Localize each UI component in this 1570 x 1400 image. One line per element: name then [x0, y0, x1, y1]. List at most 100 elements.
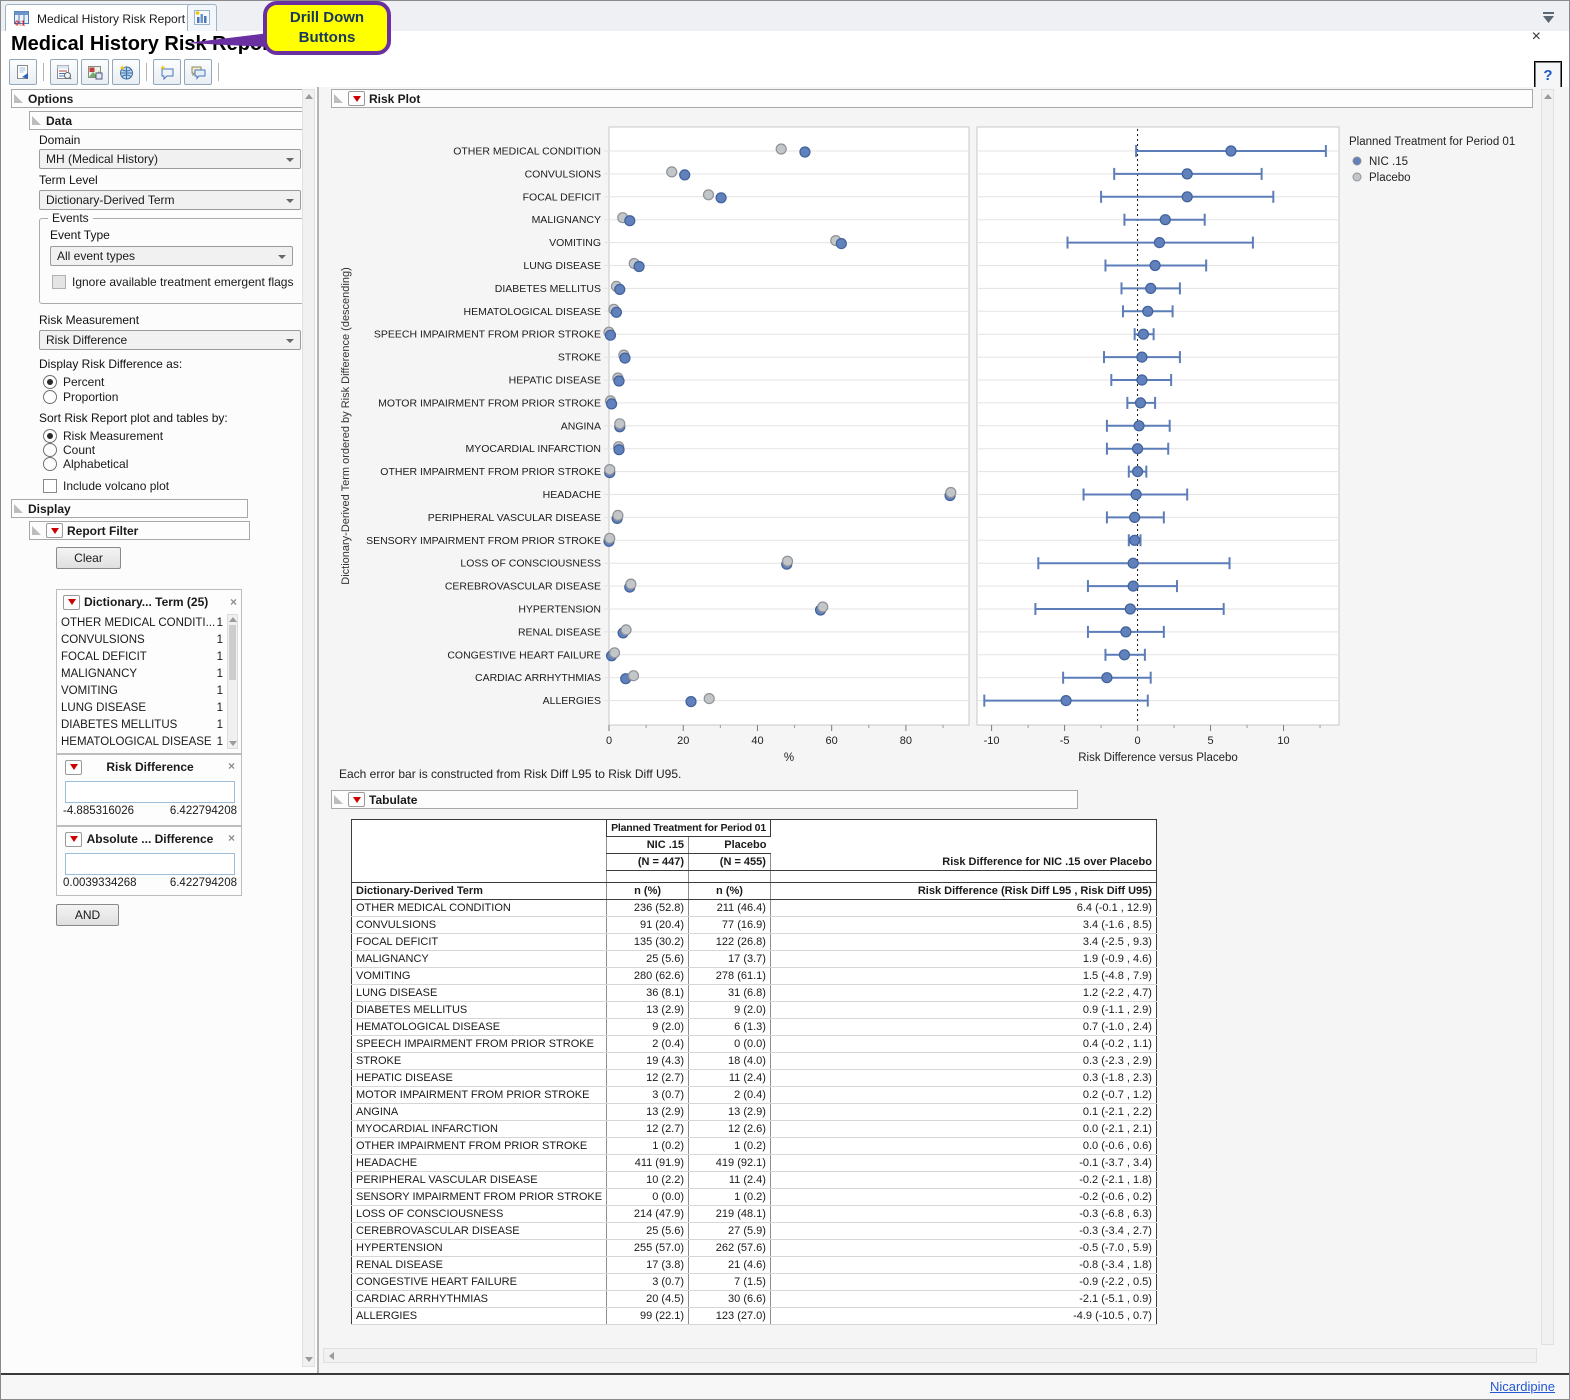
and-button[interactable]: AND: [56, 904, 119, 926]
help-button[interactable]: ?: [1535, 62, 1561, 88]
placebo-dot[interactable]: [621, 625, 631, 635]
risk-diff-dot[interactable]: [1125, 604, 1135, 614]
risk-difference-range-input[interactable]: [65, 781, 235, 803]
filter-list-scrollbar[interactable]: [227, 614, 238, 749]
placebo-dot[interactable]: [818, 602, 828, 612]
risk-diff-dot[interactable]: [1121, 627, 1131, 637]
filter-list-item[interactable]: DIABETES MELLITUS1: [61, 716, 225, 733]
table-row[interactable]: STROKE19 (4.3)18 (4.0)0.3 (-2.3 , 2.9): [352, 1053, 1157, 1070]
main-vertical-scrollbar[interactable]: [1541, 89, 1554, 1345]
table-row[interactable]: ANGINA13 (2.9)13 (2.9)0.1 (-2.1 , 2.2): [352, 1104, 1157, 1121]
table-row[interactable]: HEPATIC DISEASE12 (2.7)11 (2.4)0.3 (-1.8…: [352, 1070, 1157, 1087]
table-row[interactable]: LOSS OF CONSCIOUSNESS214 (47.9)219 (48.1…: [352, 1206, 1157, 1223]
nic-dot[interactable]: [607, 399, 617, 409]
close-icon[interactable]: ×: [1532, 29, 1541, 45]
risk-diff-dot[interactable]: [1131, 490, 1141, 500]
table-row[interactable]: MYOCARDIAL INFARCTION12 (2.7)12 (2.6)0.0…: [352, 1121, 1157, 1138]
filter-list-item[interactable]: OTHER MEDICAL CONDITI...1: [61, 614, 225, 631]
nic-dot[interactable]: [686, 697, 696, 707]
risk-diff-dot[interactable]: [1135, 398, 1145, 408]
table-row[interactable]: CARDIAC ARRHYTHMIAS20 (4.5)30 (6.6)-2.1 …: [352, 1291, 1157, 1308]
placebo-dot[interactable]: [615, 419, 625, 429]
risk-diff-dot[interactable]: [1130, 535, 1140, 545]
presentation-icon[interactable]: [184, 59, 212, 85]
filter-list-item[interactable]: LUNG DISEASE1: [61, 699, 225, 716]
table-row[interactable]: OTHER IMPAIRMENT FROM PRIOR STROKE1 (0.2…: [352, 1138, 1157, 1155]
table-row[interactable]: PERIPHERAL VASCULAR DISEASE10 (2.2)11 (2…: [352, 1172, 1157, 1189]
tabulate-header[interactable]: Tabulate: [331, 790, 1078, 809]
table-row[interactable]: SENSORY IMPAIRMENT FROM PRIOR STROKE0 (0…: [352, 1189, 1157, 1206]
placebo-dot[interactable]: [667, 167, 677, 177]
new-report-icon[interactable]: [9, 59, 37, 85]
risk-diff-dot[interactable]: [1133, 467, 1143, 477]
ignore-flags-checkbox-row[interactable]: Ignore available treatment emergent flag…: [52, 275, 293, 289]
risk-diff-dot[interactable]: [1102, 673, 1112, 683]
scroll-left-icon[interactable]: [329, 1352, 334, 1360]
filter-list-item[interactable]: VOMITING1: [61, 682, 225, 699]
disclosure-icon[interactable]: [32, 526, 41, 535]
filter-list-item[interactable]: CONVULSIONS1: [61, 631, 225, 648]
risk-diff-dot[interactable]: [1160, 215, 1170, 225]
table-row[interactable]: CEREBROVASCULAR DISEASE25 (5.6)27 (5.9)-…: [352, 1223, 1157, 1240]
filter-list-item[interactable]: HEMATOLOGICAL DISEASE1: [61, 733, 225, 749]
scroll-up-icon[interactable]: [305, 94, 313, 99]
risk-diff-dot[interactable]: [1143, 306, 1153, 316]
risk-diff-dot[interactable]: [1154, 238, 1164, 248]
table-row[interactable]: ALLERGIES99 (22.1)123 (27.0)-4.9 (-10.5 …: [352, 1308, 1157, 1325]
risk-diff-dot[interactable]: [1130, 512, 1140, 522]
placebo-dot[interactable]: [628, 671, 638, 681]
disclosure-icon[interactable]: [334, 795, 343, 804]
risk-diff-dot[interactable]: [1134, 421, 1144, 431]
risk-diff-dot[interactable]: [1128, 558, 1138, 568]
red-triangle-menu-icon[interactable]: [63, 595, 80, 610]
red-triangle-menu-icon[interactable]: [348, 792, 365, 807]
table-row[interactable]: MALIGNANCY25 (5.6)17 (3.7)1.9 (-0.9 , 4.…: [352, 951, 1157, 968]
risk-diff-dot[interactable]: [1119, 650, 1129, 660]
study-link[interactable]: Nicardipine: [1490, 1379, 1555, 1394]
legend-swatch[interactable]: [1353, 173, 1361, 181]
main-horizontal-scrollbar[interactable]: [323, 1348, 1537, 1363]
publish-icon[interactable]: [112, 59, 140, 85]
risk-diff-dot[interactable]: [1182, 192, 1192, 202]
display-section-header[interactable]: Display: [11, 499, 248, 518]
nic-dot[interactable]: [614, 376, 624, 386]
table-row[interactable]: CONGESTIVE HEART FAILURE3 (0.7)7 (1.5)-0…: [352, 1274, 1157, 1291]
red-triangle-menu-icon[interactable]: [65, 832, 82, 847]
tab-medical-history-risk-report[interactable]: 0:1 Medical History Risk Report: [5, 4, 194, 32]
risk-plot[interactable]: Dictionary-Derived Term ordered by Risk …: [337, 109, 1537, 771]
volcano-checkbox[interactable]: [43, 479, 57, 493]
placebo-dot[interactable]: [610, 648, 620, 658]
save-picture-icon[interactable]: [81, 59, 109, 85]
volcano-checkbox-row[interactable]: Include volcano plot: [43, 479, 169, 493]
disclosure-icon[interactable]: [32, 116, 41, 125]
nic-dot[interactable]: [615, 284, 625, 294]
table-row[interactable]: FOCAL DEFICIT135 (30.2)122 (26.8)3.4 (-2…: [352, 934, 1157, 951]
domain-select[interactable]: MH (Medical History): [39, 149, 301, 169]
nic-dot[interactable]: [634, 262, 644, 272]
nic-dot[interactable]: [625, 216, 635, 226]
nic-dot[interactable]: [836, 239, 846, 249]
scroll-thumb[interactable]: [229, 625, 236, 680]
placebo-dot[interactable]: [783, 556, 793, 566]
close-icon[interactable]: ×: [228, 831, 235, 845]
filter-funnel-icon[interactable]: [1542, 11, 1555, 29]
nic-dot[interactable]: [611, 307, 621, 317]
placebo-dot[interactable]: [703, 190, 713, 200]
nic-dot[interactable]: [620, 353, 630, 363]
table-row[interactable]: SPEECH IMPAIRMENT FROM PRIOR STROKE2 (0.…: [352, 1036, 1157, 1053]
event-type-select[interactable]: All event types: [50, 246, 293, 266]
red-triangle-menu-icon[interactable]: [46, 523, 63, 538]
risk-measurement-select[interactable]: Risk Difference: [39, 330, 301, 350]
nic-dot[interactable]: [800, 147, 810, 157]
red-triangle-menu-icon[interactable]: [65, 760, 82, 775]
placebo-dot[interactable]: [704, 694, 714, 704]
absolute-difference-range-input[interactable]: [65, 853, 235, 875]
scroll-up-icon[interactable]: [229, 617, 237, 622]
risk-diff-dot[interactable]: [1150, 261, 1160, 271]
sidebar-scrollbar[interactable]: [302, 89, 315, 1367]
placebo-dot[interactable]: [776, 144, 786, 154]
table-row[interactable]: CONVULSIONS91 (20.4)77 (16.9)3.4 (-1.6 ,…: [352, 917, 1157, 934]
risk-diff-dot[interactable]: [1061, 696, 1071, 706]
disclosure-icon[interactable]: [14, 504, 23, 513]
red-triangle-menu-icon[interactable]: [348, 91, 365, 106]
